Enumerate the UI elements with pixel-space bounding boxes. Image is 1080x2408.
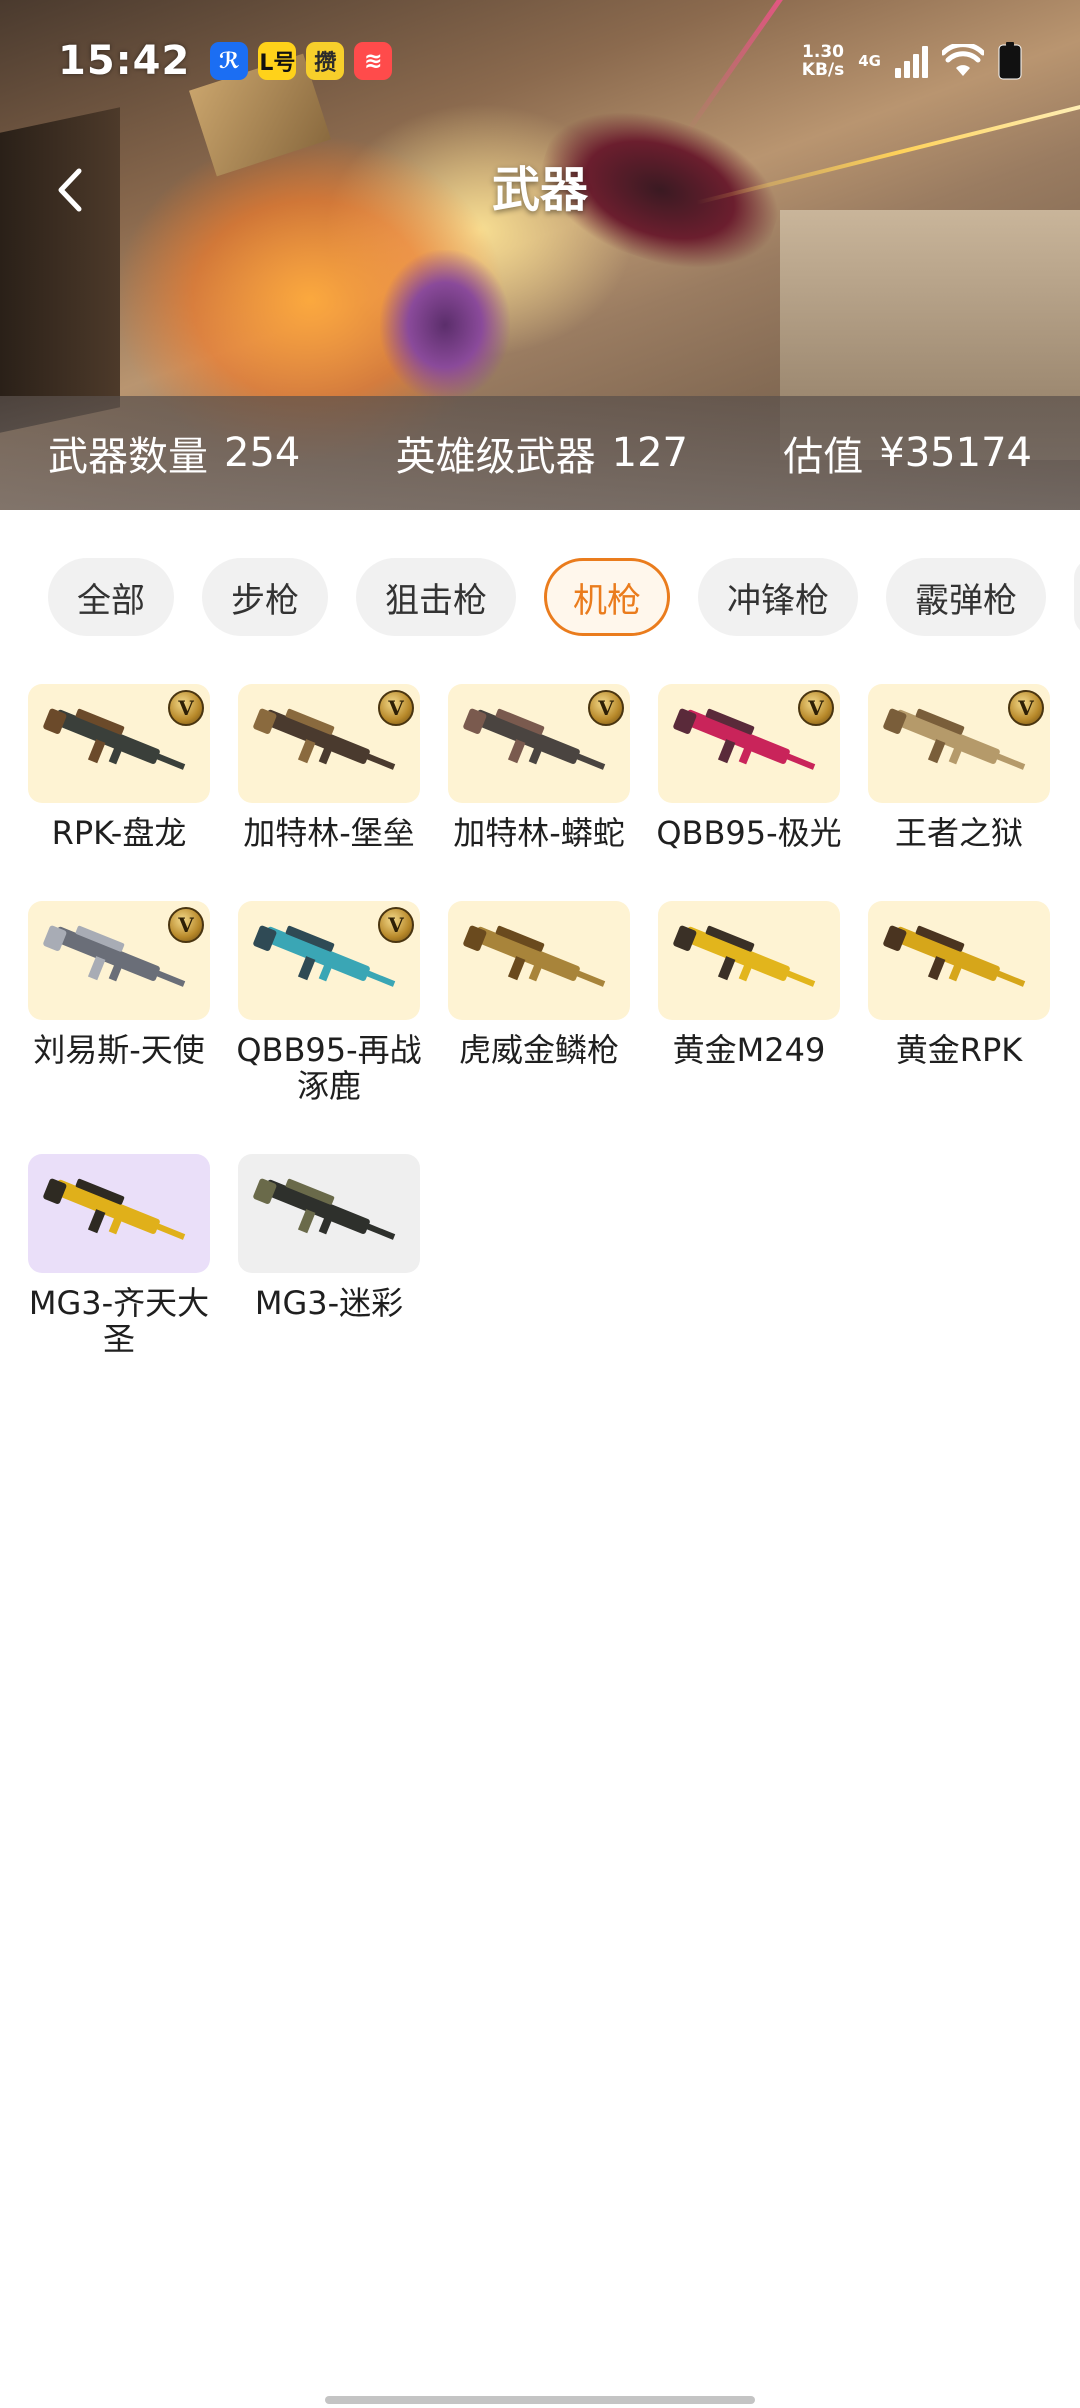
stat-weapon-count: 武器数量 254 — [48, 424, 300, 482]
weapon-thumbnail: V — [448, 684, 630, 803]
red-app-icon: ≋ — [354, 42, 393, 80]
vip-badge-icon: V — [378, 690, 414, 726]
stat-valuation-value: ¥35174 — [879, 430, 1032, 476]
stat-weapon-count-label: 武器数量 — [48, 434, 208, 480]
vip-badge-icon: V — [378, 907, 414, 943]
yellow-app-icon-2: 攒 — [306, 42, 345, 80]
stat-valuation: 估值 ¥35174 — [783, 424, 1032, 482]
stat-hero-weapons: 英雄级武器 127 — [396, 424, 688, 482]
weapon-card[interactable]: V QBB95-再战涿鹿 — [236, 901, 422, 1104]
signal-icon — [895, 44, 928, 78]
weapon-grid: V RPK-盘龙 V 加特林-堡垒 V 加特林-蟒蛇 V QBB95-极光 V 王者之狱 V 刘易斯-… — [28, 684, 1058, 1357]
grid-row-spacer — [658, 1104, 840, 1154]
status-bar: 15:42 ℛ L号攒 ≋ 1.30 KB/s 4G — [0, 0, 1080, 122]
battery-icon — [998, 42, 1022, 80]
status-app-icons: ℛ L号攒 ≋ — [210, 42, 393, 80]
weapon-name: RPK-盘龙 — [51, 814, 187, 852]
grid-row-spacer — [448, 1104, 630, 1154]
vip-badge-icon: V — [168, 907, 204, 943]
back-button[interactable] — [40, 150, 100, 230]
grid-row-spacer — [658, 851, 840, 901]
weapon-thumbnail — [658, 901, 840, 1020]
weapon-card[interactable]: MG3-齐天大圣 — [28, 1154, 210, 1357]
grid-row-spacer — [868, 851, 1050, 901]
weapon-thumbnail — [448, 901, 630, 1020]
weapon-thumbnail: V — [28, 684, 210, 803]
vip-badge-icon: V — [588, 690, 624, 726]
weapon-thumbnail — [238, 1154, 420, 1273]
tab-1[interactable]: 步枪 — [202, 558, 328, 636]
tab-2[interactable]: 狙击枪 — [356, 558, 516, 636]
weapon-card[interactable]: V 王者之狱 — [868, 684, 1050, 851]
chevron-left-icon — [58, 168, 82, 212]
vip-badge-icon: V — [798, 690, 834, 726]
weapon-thumbnail — [868, 901, 1050, 1020]
weapon-card[interactable]: 虎威金鳞枪 — [448, 901, 630, 1104]
hero-art-character-2 — [380, 250, 510, 400]
tab-0[interactable]: 全部 — [48, 558, 174, 636]
weapons-page: 15:42 ℛ L号攒 ≋ 1.30 KB/s 4G 武器 武器数量 254 英… — [0, 0, 1080, 2408]
home-indicator[interactable] — [325, 2396, 755, 2404]
weapon-card[interactable]: 黄金RPK — [868, 901, 1050, 1104]
status-indicators: 1.30 KB/s 4G — [802, 42, 1022, 80]
stat-hero-weapons-value: 127 — [611, 430, 688, 476]
tab-5[interactable]: 霰弹枪 — [886, 558, 1046, 636]
weapon-name: 加特林-堡垒 — [243, 814, 415, 852]
weapon-name: QBB95-再战涿鹿 — [236, 1031, 422, 1105]
blue-app-icon: ℛ — [210, 42, 249, 80]
weapon-card[interactable]: V 加特林-堡垒 — [238, 684, 420, 851]
weapon-name: QBB95-极光 — [656, 814, 842, 852]
wifi-icon — [942, 44, 984, 76]
weapon-name: MG3-齐天大圣 — [28, 1284, 210, 1358]
weapon-card[interactable]: V 刘易斯-天使 — [28, 901, 210, 1104]
tab-3[interactable]: 机枪 — [544, 558, 670, 636]
tab-4[interactable]: 冲锋枪 — [698, 558, 858, 636]
weapon-image — [43, 1178, 186, 1240]
weapon-name: 刘易斯-天使 — [33, 1031, 205, 1069]
grid-row-spacer — [868, 1104, 1050, 1154]
vip-badge-icon: V — [1008, 690, 1044, 726]
weapon-thumbnail: V — [238, 684, 420, 803]
grid-row-spacer — [28, 1104, 210, 1154]
weapon-card[interactable]: 黄金M249 — [658, 901, 840, 1104]
weapon-card[interactable]: MG3-迷彩 — [238, 1154, 420, 1357]
yellow-app-icon: L号 — [258, 42, 297, 80]
weapon-card[interactable]: V 加特林-蟒蛇 — [448, 684, 630, 851]
weapon-card[interactable]: V RPK-盘龙 — [28, 684, 210, 851]
weapon-name: 黄金M249 — [672, 1031, 826, 1069]
stat-weapon-count-value: 254 — [224, 430, 301, 476]
stat-valuation-label: 估值 — [783, 434, 864, 480]
weapon-name: 加特林-蟒蛇 — [453, 814, 625, 852]
weapon-image — [253, 1178, 396, 1240]
weapon-card[interactable]: V QBB95-极光 — [656, 684, 842, 851]
grid-row-spacer — [448, 851, 630, 901]
weapon-image — [463, 925, 606, 987]
weapon-thumbnail — [28, 1154, 210, 1273]
weapon-image — [673, 925, 816, 987]
weapon-name: 王者之狱 — [894, 814, 1023, 852]
tab-overflow[interactable] — [1074, 558, 1080, 636]
weapon-thumbnail: V — [658, 684, 840, 803]
weapon-name: MG3-迷彩 — [254, 1284, 404, 1322]
vip-badge-icon: V — [168, 690, 204, 726]
stats-bar: 武器数量 254 英雄级武器 127 估值 ¥35174 — [0, 396, 1080, 510]
weapon-thumbnail: V — [28, 901, 210, 1020]
stat-hero-weapons-label: 英雄级武器 — [395, 434, 596, 480]
weapon-name: 黄金RPK — [895, 1031, 1023, 1069]
weapon-image — [883, 925, 1026, 987]
weapon-name: 虎威金鳞枪 — [458, 1031, 619, 1069]
hero-banner: 15:42 ℛ L号攒 ≋ 1.30 KB/s 4G 武器 武器数量 254 英… — [0, 0, 1080, 510]
network-type: 4G — [858, 52, 881, 70]
grid-row-spacer — [28, 851, 210, 901]
status-time: 15:42 — [58, 38, 191, 84]
network-speed-value: 1.30 — [802, 42, 844, 62]
network-speed: 1.30 KB/s — [802, 43, 844, 79]
network-speed-unit: KB/s — [801, 60, 845, 80]
weapon-thumbnail: V — [238, 901, 420, 1020]
weapon-thumbnail: V — [868, 684, 1050, 803]
category-tabs: 全部 步枪 狙击枪 机枪 冲锋枪 霰弹枪 — [0, 556, 1080, 638]
grid-row-spacer — [238, 851, 420, 901]
grid-row-spacer — [238, 1104, 420, 1154]
